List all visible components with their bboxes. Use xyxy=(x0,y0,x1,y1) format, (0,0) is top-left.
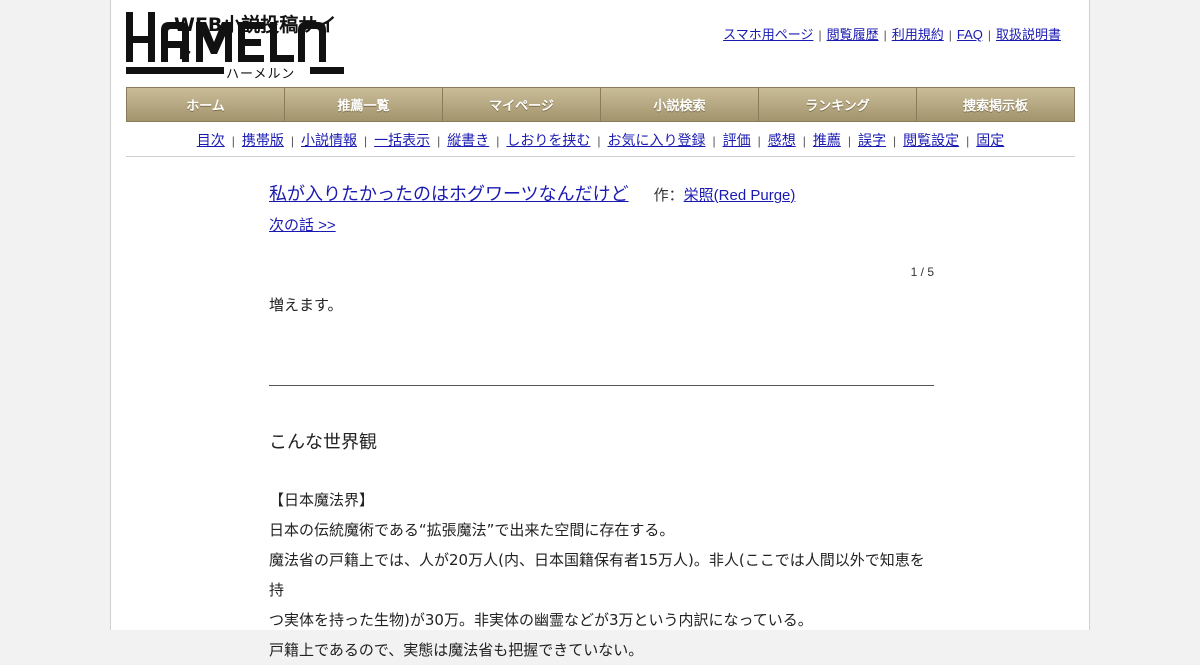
subnav-pin[interactable]: 固定 xyxy=(976,132,1004,148)
subnav-comments[interactable]: 感想 xyxy=(768,132,796,148)
author-byline: 作：栄照(Red Purge) xyxy=(654,187,796,204)
nav-ranking[interactable]: ランキング xyxy=(759,88,917,121)
novel-subnav: 目次 | 携帯版 | 小説情報 | 一括表示 | 縦書き | しおりを挟む | お気に入り登録 | 評価 | 感… xyxy=(196,132,1005,148)
subnav-favorite[interactable]: お気に入り登録 xyxy=(608,132,706,148)
subnav-bookmark[interactable]: しおりを挟む xyxy=(506,132,590,148)
novel-content: 私が入りたかったのはホグワーツなんだけど 作：栄照(Red Purge) 次の話… xyxy=(269,180,934,659)
nav-search-board[interactable]: 捜索掲示板 xyxy=(917,88,1074,121)
next-episode-link[interactable]: 次の話 >> xyxy=(269,217,336,234)
history-link[interactable]: 閲覧履歴 xyxy=(827,27,879,42)
terms-link[interactable]: 利用規約 xyxy=(892,27,944,42)
nav-my-page[interactable]: マイページ xyxy=(443,88,601,121)
smartphone-page-link[interactable]: スマホ用ページ xyxy=(723,27,813,42)
subnav-rating[interactable]: 評価 xyxy=(723,132,751,148)
main-nav: ホーム 推薦一覧 マイページ 小説検索 ランキング 捜索掲示板 xyxy=(126,87,1075,122)
body-paragraph: 日本の伝統魔術である“拡張魔法”で出来た空間に存在する。 xyxy=(269,521,675,539)
chapter-title: こんな世界観 xyxy=(269,432,377,453)
nav-home[interactable]: ホーム xyxy=(127,88,285,121)
body-paragraph: 【日本魔法界】 xyxy=(269,491,375,509)
subnav-show-all[interactable]: 一括表示 xyxy=(374,132,430,148)
preface-divider xyxy=(269,385,934,386)
subnav-toc[interactable]: 目次 xyxy=(197,132,225,148)
author-prefix: 作： xyxy=(653,187,684,204)
subnav-novel-info[interactable]: 小説情報 xyxy=(301,132,357,148)
header-divider xyxy=(126,156,1075,157)
separator: | xyxy=(987,28,991,42)
subnav-vertical[interactable]: 縦書き xyxy=(447,132,489,148)
nav-recommendations[interactable]: 推薦一覧 xyxy=(285,88,443,121)
body-paragraph: 戸籍上であるので、実態は魔法省も把握できていない。 xyxy=(269,641,644,659)
top-links: スマホ用ページ | 閲覧履歴 | 利用規約 | FAQ | 取扱説明書 xyxy=(723,24,1061,43)
title-line: 私が入りたかったのはホグワーツなんだけど 作：栄照(Red Purge) xyxy=(269,180,934,206)
subnav-view-settings[interactable]: 閲覧設定 xyxy=(903,132,959,148)
separator: | xyxy=(883,28,887,42)
author-link[interactable]: 栄照(Red Purge) xyxy=(684,187,796,204)
episode-preface: 増えます。 xyxy=(269,296,343,314)
nav-novel-search[interactable]: 小説検索 xyxy=(601,88,759,121)
body-paragraph: つ実体を持った生物)が30万。非実体の幽霊などが3万という内訳になっている。 xyxy=(269,611,813,629)
faq-link[interactable]: FAQ xyxy=(957,27,983,42)
next-episode: 次の話 >> xyxy=(269,214,934,235)
subnav-typo[interactable]: 誤字 xyxy=(858,132,886,148)
manual-link[interactable]: 取扱説明書 xyxy=(996,27,1061,42)
logo-kana: ハーメルン xyxy=(226,67,296,82)
novel-title-link[interactable]: 私が入りたかったのはホグワーツなんだけど xyxy=(269,184,629,204)
subnav-mobile[interactable]: 携帯版 xyxy=(242,132,284,148)
site-logo[interactable]: WEB小説投稿サイト ハーメルン xyxy=(126,10,346,82)
separator: | xyxy=(948,28,952,42)
subnav-recommend[interactable]: 推薦 xyxy=(813,132,841,148)
chapter-body: 【日本魔法界】 日本の伝統魔術である“拡張魔法”で出来た空間に存在する。 魔法省… xyxy=(269,485,934,665)
page-container: WEB小説投稿サイト ハーメルン xyxy=(110,0,1090,659)
episode-pager: 1 / 5 xyxy=(910,265,934,279)
body-paragraph: 魔法省の戸籍上では、人が20万人(内、日本国籍保有者15万人)。非人(ここでは人… xyxy=(269,551,925,599)
separator: | xyxy=(818,28,822,42)
